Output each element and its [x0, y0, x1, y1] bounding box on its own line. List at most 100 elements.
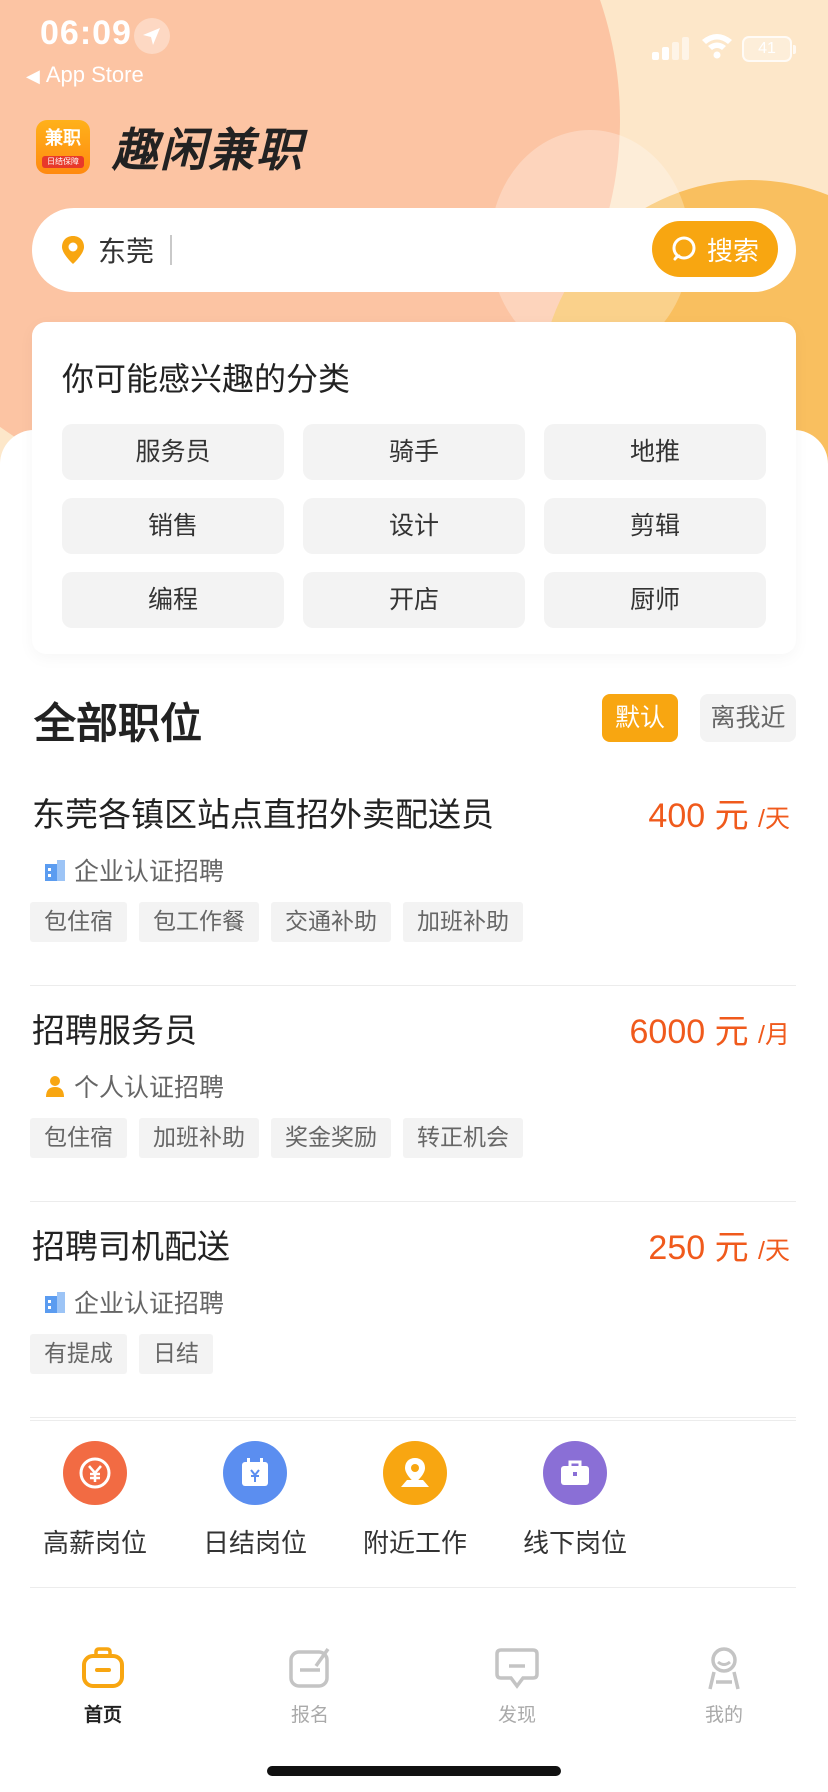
job-title: 东莞各镇区站点直招外卖配送员	[32, 795, 494, 834]
job-tag: 交通补助	[271, 902, 391, 942]
job-salary: 250 元 /天	[648, 1220, 790, 1269]
job-title: 招聘服务员	[32, 1011, 197, 1050]
salary-unit: /天	[758, 1237, 790, 1265]
salary-amount: 250	[648, 1229, 706, 1267]
tab-label: 发现	[497, 1704, 536, 1726]
quick-links: 高薪岗位 日结岗位 附近工作 线下岗位	[30, 1420, 796, 1588]
map-pin-icon	[383, 1441, 447, 1505]
job-tags: 包住宿 加班补助 奖金奖励 转正机会	[30, 1118, 535, 1158]
sort-default-button[interactable]: 默认	[602, 694, 678, 742]
salary-amount: 6000	[629, 1013, 706, 1051]
verification-text: 个人认证招聘	[74, 1073, 225, 1102]
back-to-app-store[interactable]: ◀ App Store	[26, 62, 144, 88]
verification-label: 个人认证招聘	[44, 1068, 224, 1104]
job-tag: 有提成	[30, 1334, 127, 1374]
status-bar: 06:09 ◀ App Store 41	[0, 0, 828, 90]
profile-icon	[708, 1647, 740, 1690]
job-tags: 有提成 日结	[30, 1334, 225, 1374]
category-chip[interactable]: 销售	[62, 498, 284, 554]
salary-currency: 元	[714, 1229, 749, 1267]
search-bar[interactable]: 东莞 搜索	[32, 208, 796, 292]
salary-unit: /月	[758, 1021, 790, 1049]
signup-icon	[289, 1647, 330, 1688]
home-bag-icon	[82, 1647, 124, 1688]
salary-unit: /天	[758, 805, 790, 833]
sort-nearby-button[interactable]: 离我近	[700, 694, 796, 742]
back-triangle-icon: ◀	[26, 66, 40, 86]
job-tag: 包住宿	[30, 1118, 127, 1158]
cellular-signal-icon	[652, 36, 690, 60]
job-tag: 奖金奖励	[271, 1118, 391, 1158]
category-chip[interactable]: 编程	[62, 572, 284, 628]
quick-link-daily-pay[interactable]: 日结岗位	[190, 1441, 320, 1560]
category-chip[interactable]: 设计	[303, 498, 525, 554]
categories-grid: 服务员 骑手 地推 销售 设计 剪辑 编程 开店 厨师	[62, 424, 768, 628]
salary-amount: 400	[648, 797, 706, 835]
tab-label: 首页	[83, 1704, 122, 1726]
battery-indicator: 41	[742, 36, 796, 62]
logo-text: 兼职	[45, 128, 81, 149]
person-icon	[46, 1076, 64, 1097]
location-arrow-icon	[134, 18, 170, 54]
quick-link-nearby[interactable]: 附近工作	[350, 1441, 480, 1560]
job-card[interactable]: 招聘服务员 6000 元 /月 个人认证招聘 包住宿 加班补助 奖金奖励 转正机…	[30, 986, 796, 1202]
job-salary: 6000 元 /月	[630, 1004, 791, 1053]
verification-label: 企业认证招聘	[44, 1284, 224, 1320]
building-icon	[45, 1292, 65, 1313]
category-chip[interactable]: 骑手	[303, 424, 525, 480]
job-tags: 包住宿 包工作餐 交通补助 加班补助	[30, 902, 535, 942]
job-list: 东莞各镇区站点直招外卖配送员 400 元 /天 企业认证招聘 包住宿 包工作餐 …	[30, 770, 796, 1418]
back-app-label: App Store	[45, 62, 144, 87]
salary-currency: 元	[714, 797, 749, 835]
job-card[interactable]: 招聘司机配送 250 元 /天 企业认证招聘 有提成 日结	[30, 1202, 796, 1418]
quick-link-high-pay[interactable]: 高薪岗位	[30, 1441, 160, 1560]
app-name: 趣闲兼职	[112, 123, 304, 177]
job-title: 招聘司机配送	[32, 1227, 230, 1266]
city-selector[interactable]: 东莞	[98, 230, 154, 270]
verification-text: 企业认证招聘	[74, 1289, 225, 1318]
calendar-yen-icon	[223, 1441, 287, 1505]
tab-label: 报名	[290, 1704, 329, 1726]
search-button[interactable]: 搜索	[652, 221, 778, 277]
quick-link-offline[interactable]: 线下岗位	[510, 1441, 640, 1560]
verification-text: 企业认证招聘	[74, 857, 225, 886]
job-tag: 包住宿	[30, 902, 127, 942]
category-chip[interactable]: 地推	[544, 424, 766, 480]
category-chip[interactable]: 厨师	[544, 572, 766, 628]
building-icon	[45, 860, 65, 881]
interest-categories-card: 你可能感兴趣的分类 服务员 骑手 地推 销售 设计 剪辑 编程 开店 厨师	[32, 322, 796, 654]
tab-home[interactable]: 首页	[43, 1644, 163, 1727]
quick-link-label: 日结岗位	[202, 1529, 307, 1559]
app-brand: 兼职 日结保障 趣闲兼职	[36, 120, 304, 177]
search-button-label: 搜索	[706, 236, 759, 267]
home-indicator	[267, 1766, 561, 1776]
app-logo: 兼职 日结保障	[36, 120, 90, 174]
discover-chat-icon	[495, 1648, 539, 1689]
tab-profile[interactable]: 我的	[664, 1644, 784, 1727]
jobs-section-header: 全部职位 默认 离我近	[32, 688, 796, 748]
logo-subtext: 日结保障	[42, 156, 84, 168]
wifi-icon	[700, 30, 734, 60]
category-chip[interactable]: 服务员	[62, 424, 284, 480]
job-tag: 转正机会	[403, 1118, 523, 1158]
section-title: 全部职位	[34, 699, 203, 748]
yen-coin-icon	[63, 1441, 127, 1505]
quick-link-label: 线下岗位	[522, 1529, 627, 1559]
job-card[interactable]: 东莞各镇区站点直招外卖配送员 400 元 /天 企业认证招聘 包住宿 包工作餐 …	[30, 770, 796, 986]
tab-label: 我的	[704, 1704, 743, 1726]
tab-signup[interactable]: 报名	[250, 1644, 370, 1727]
search-icon	[672, 236, 696, 261]
job-tag: 加班补助	[403, 902, 523, 942]
job-salary: 400 元 /天	[648, 788, 790, 837]
verification-label: 企业认证招聘	[44, 852, 224, 888]
quick-link-label: 附近工作	[362, 1529, 467, 1559]
category-chip[interactable]: 开店	[303, 572, 525, 628]
location-pin-icon[interactable]	[60, 235, 86, 265]
category-chip[interactable]: 剪辑	[544, 498, 766, 554]
salary-currency: 元	[714, 1013, 749, 1051]
briefcase-icon	[543, 1441, 607, 1505]
search-input-caret[interactable]	[170, 235, 173, 265]
quick-link-label: 高薪岗位	[42, 1529, 147, 1559]
tab-discover[interactable]: 发现	[457, 1644, 577, 1727]
categories-title: 你可能感兴趣的分类	[62, 360, 351, 398]
